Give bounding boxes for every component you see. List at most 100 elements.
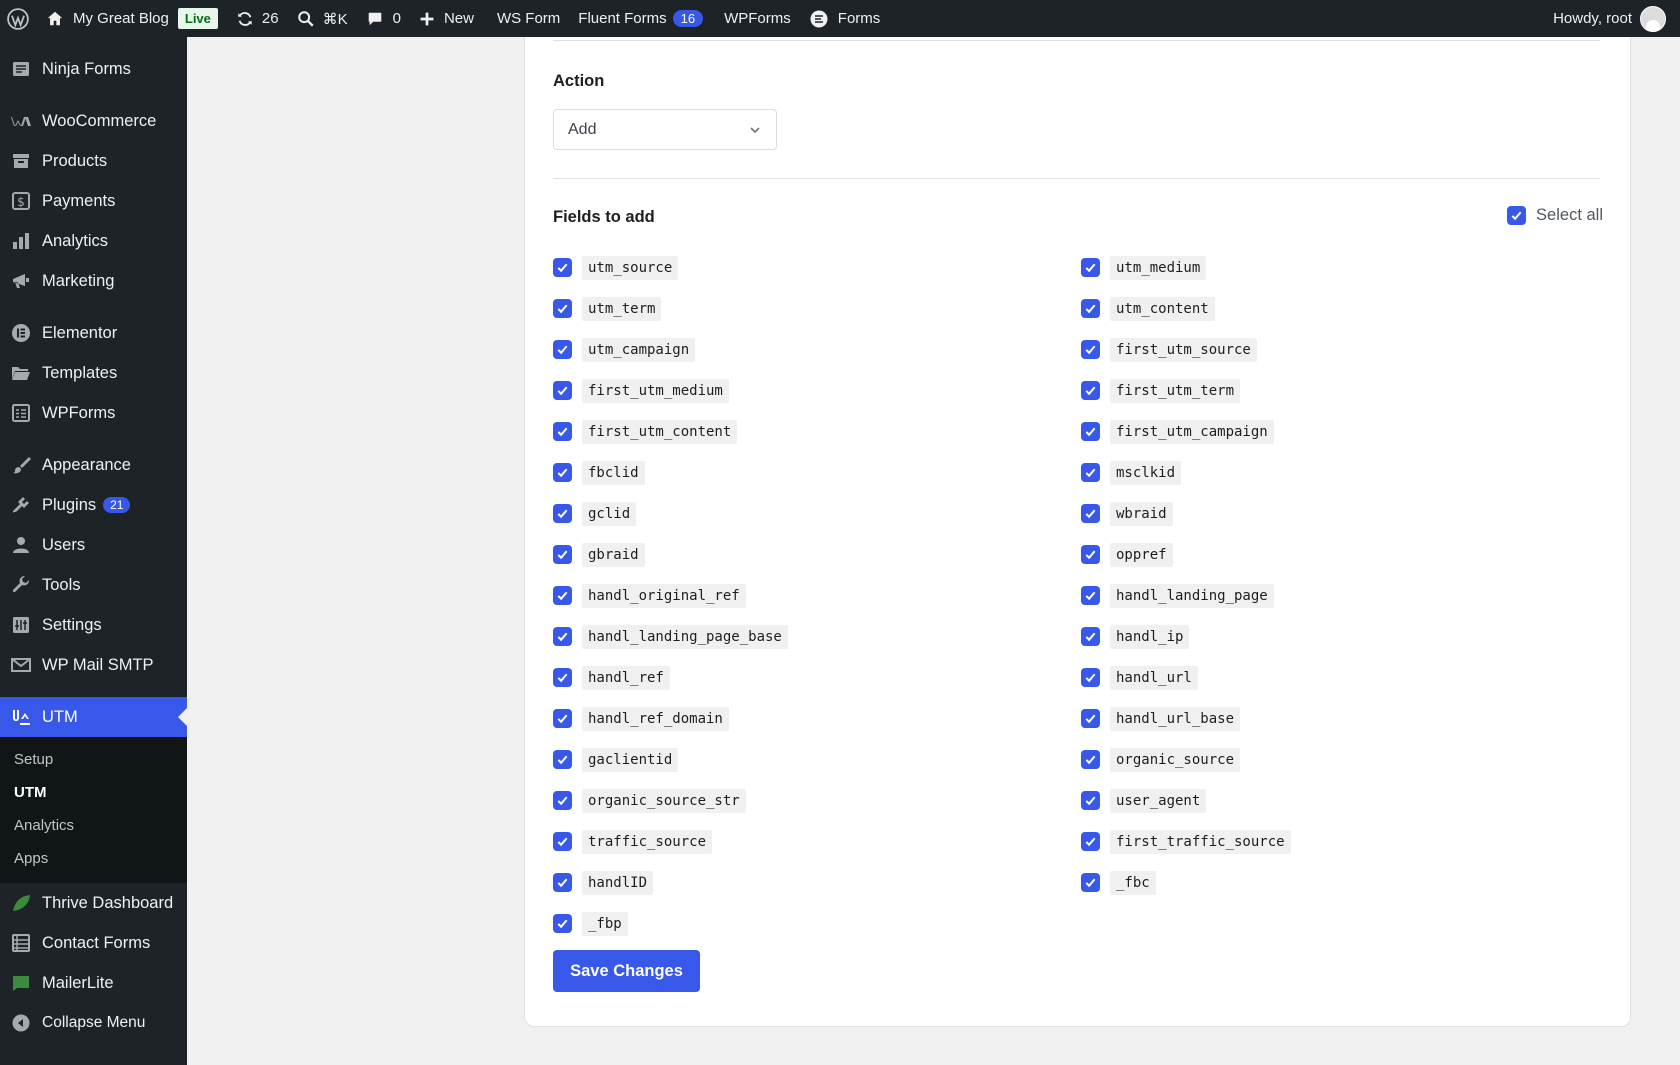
field-checkbox-row[interactable]: oppref	[1081, 534, 1291, 575]
sidebar-item-thrive-dashboard[interactable]: Thrive Dashboard	[0, 883, 187, 923]
fluent-forms-link[interactable]: Fluent Forms 16	[569, 0, 712, 37]
submenu-item-setup[interactable]: Setup	[0, 743, 187, 776]
checkbox-checked-icon[interactable]	[1081, 873, 1100, 892]
search-link[interactable]: ⌘K	[288, 0, 357, 37]
checkbox-checked-icon[interactable]	[553, 750, 572, 769]
new-content-link[interactable]: New	[410, 0, 483, 37]
account-menu[interactable]: Howdy, root	[1544, 0, 1680, 37]
action-select[interactable]: Add	[553, 109, 777, 150]
checkbox-checked-icon[interactable]	[553, 381, 572, 400]
checkbox-checked-icon[interactable]	[553, 504, 572, 523]
sidebar-item-ws-form[interactable]	[0, 37, 187, 47]
sidebar-item-appearance[interactable]: Appearance	[0, 445, 187, 485]
field-checkbox-row[interactable]: handl_landing_page_base	[553, 616, 788, 657]
submenu-item-utm[interactable]: UTM	[0, 776, 187, 809]
field-checkbox-row[interactable]: handl_landing_page	[1081, 575, 1291, 616]
field-checkbox-row[interactable]: utm_medium	[1081, 247, 1291, 288]
sidebar-item-mailerlite[interactable]: MailerLite	[0, 963, 187, 1003]
checkbox-checked-icon[interactable]	[553, 422, 572, 441]
checkbox-checked-icon[interactable]	[1081, 504, 1100, 523]
checkbox-checked-icon[interactable]	[1081, 422, 1100, 441]
field-checkbox-row[interactable]: gaclientid	[553, 739, 788, 780]
field-checkbox-row[interactable]: traffic_source	[553, 821, 788, 862]
field-checkbox-row[interactable]: first_utm_source	[1081, 329, 1291, 370]
field-checkbox-row[interactable]: first_utm_content	[553, 411, 788, 452]
field-checkbox-row[interactable]: _fbp	[553, 903, 788, 944]
field-checkbox-row[interactable]: _fbc	[1081, 862, 1291, 903]
checkbox-checked-icon[interactable]	[1081, 832, 1100, 851]
field-checkbox-row[interactable]: user_agent	[1081, 780, 1291, 821]
field-checkbox-row[interactable]: first_utm_medium	[553, 370, 788, 411]
checkbox-checked-icon[interactable]	[1081, 545, 1100, 564]
checkbox-checked-icon[interactable]	[553, 873, 572, 892]
checkbox-checked-icon[interactable]	[1081, 586, 1100, 605]
submenu-item-apps[interactable]: Apps	[0, 842, 187, 875]
sidebar-item-settings[interactable]: Settings	[0, 605, 187, 645]
field-checkbox-row[interactable]: organic_source	[1081, 739, 1291, 780]
checkbox-checked-icon[interactable]	[553, 340, 572, 359]
sidebar-item-templates[interactable]: Templates	[0, 353, 187, 393]
field-checkbox-row[interactable]: handl_ref_domain	[553, 698, 788, 739]
checkbox-checked-icon[interactable]	[1081, 627, 1100, 646]
sidebar-item-products[interactable]: Products	[0, 141, 187, 181]
checkbox-checked-icon[interactable]	[553, 832, 572, 851]
field-checkbox-row[interactable]: handl_url_base	[1081, 698, 1291, 739]
field-checkbox-row[interactable]: utm_campaign	[553, 329, 788, 370]
sidebar-item-wp-mail-smtp[interactable]: WP Mail SMTP	[0, 645, 187, 685]
submenu-item-analytics[interactable]: Analytics	[0, 809, 187, 842]
checkbox-checked-icon[interactable]	[553, 791, 572, 810]
field-checkbox-row[interactable]: utm_term	[553, 288, 788, 329]
field-checkbox-row[interactable]: handlID	[553, 862, 788, 903]
sidebar-item-utm[interactable]: UTM	[0, 697, 187, 737]
field-checkbox-row[interactable]: gbraid	[553, 534, 788, 575]
checkbox-checked-icon[interactable]	[1081, 750, 1100, 769]
updates-link[interactable]: 26	[227, 0, 288, 37]
sidebar-item-payments[interactable]: $ Payments	[0, 181, 187, 221]
field-checkbox-row[interactable]: handl_ip	[1081, 616, 1291, 657]
checkbox-checked-icon[interactable]	[1081, 381, 1100, 400]
field-checkbox-row[interactable]: gclid	[553, 493, 788, 534]
checkbox-checked-icon[interactable]	[553, 914, 572, 933]
field-checkbox-row[interactable]: msclkid	[1081, 452, 1291, 493]
checkbox-checked-icon[interactable]	[553, 463, 572, 482]
field-checkbox-row[interactable]: utm_content	[1081, 288, 1291, 329]
wpforms-link[interactable]: WPForms	[712, 0, 800, 37]
field-checkbox-row[interactable]: handl_url	[1081, 657, 1291, 698]
ws-form-link[interactable]: WS Form	[483, 0, 569, 37]
field-checkbox-row[interactable]: first_traffic_source	[1081, 821, 1291, 862]
save-changes-button[interactable]: Save Changes	[553, 950, 700, 992]
field-checkbox-row[interactable]: first_utm_campaign	[1081, 411, 1291, 452]
field-checkbox-row[interactable]: wbraid	[1081, 493, 1291, 534]
checkbox-checked-icon[interactable]	[1081, 258, 1100, 277]
checkbox-checked-icon[interactable]	[1081, 340, 1100, 359]
comments-link[interactable]: 0	[357, 0, 410, 37]
checkbox-checked-icon[interactable]	[1081, 299, 1100, 318]
sidebar-item-contact-forms[interactable]: Contact Forms	[0, 923, 187, 963]
field-checkbox-row[interactable]: handl_ref	[553, 657, 788, 698]
checkbox-checked-icon[interactable]	[1081, 668, 1100, 687]
checkbox-checked-icon[interactable]	[553, 586, 572, 605]
checkbox-checked-icon[interactable]	[553, 668, 572, 687]
sidebar-item-users[interactable]: Users	[0, 525, 187, 565]
sidebar-item-plugins[interactable]: Plugins 21	[0, 485, 187, 525]
field-checkbox-row[interactable]: handl_original_ref	[553, 575, 788, 616]
checkbox-checked-icon[interactable]	[553, 299, 572, 318]
field-checkbox-row[interactable]: utm_source	[553, 247, 788, 288]
sidebar-item-elementor[interactable]: Elementor	[0, 313, 187, 353]
checkbox-checked-icon[interactable]	[1081, 791, 1100, 810]
select-all-checkbox[interactable]: Select all	[1507, 206, 1603, 225]
checkbox-checked-icon[interactable]	[1081, 463, 1100, 482]
checkbox-checked-icon[interactable]	[1081, 709, 1100, 728]
checkbox-checked-icon[interactable]	[553, 258, 572, 277]
forms-link[interactable]: Forms	[800, 0, 890, 37]
collapse-menu-button[interactable]: Collapse Menu	[0, 1003, 187, 1043]
sidebar-item-marketing[interactable]: Marketing	[0, 261, 187, 301]
checkbox-checked-icon[interactable]	[553, 627, 572, 646]
checkbox-checked-icon[interactable]	[553, 709, 572, 728]
wordpress-logo-icon[interactable]	[0, 0, 37, 37]
field-checkbox-row[interactable]: first_utm_term	[1081, 370, 1291, 411]
sidebar-item-wpforms[interactable]: WPForms	[0, 393, 187, 433]
site-name-link[interactable]: My Great Blog Live	[37, 0, 227, 37]
sidebar-item-woocommerce[interactable]: WooCommerce	[0, 101, 187, 141]
field-checkbox-row[interactable]: organic_source_str	[553, 780, 788, 821]
